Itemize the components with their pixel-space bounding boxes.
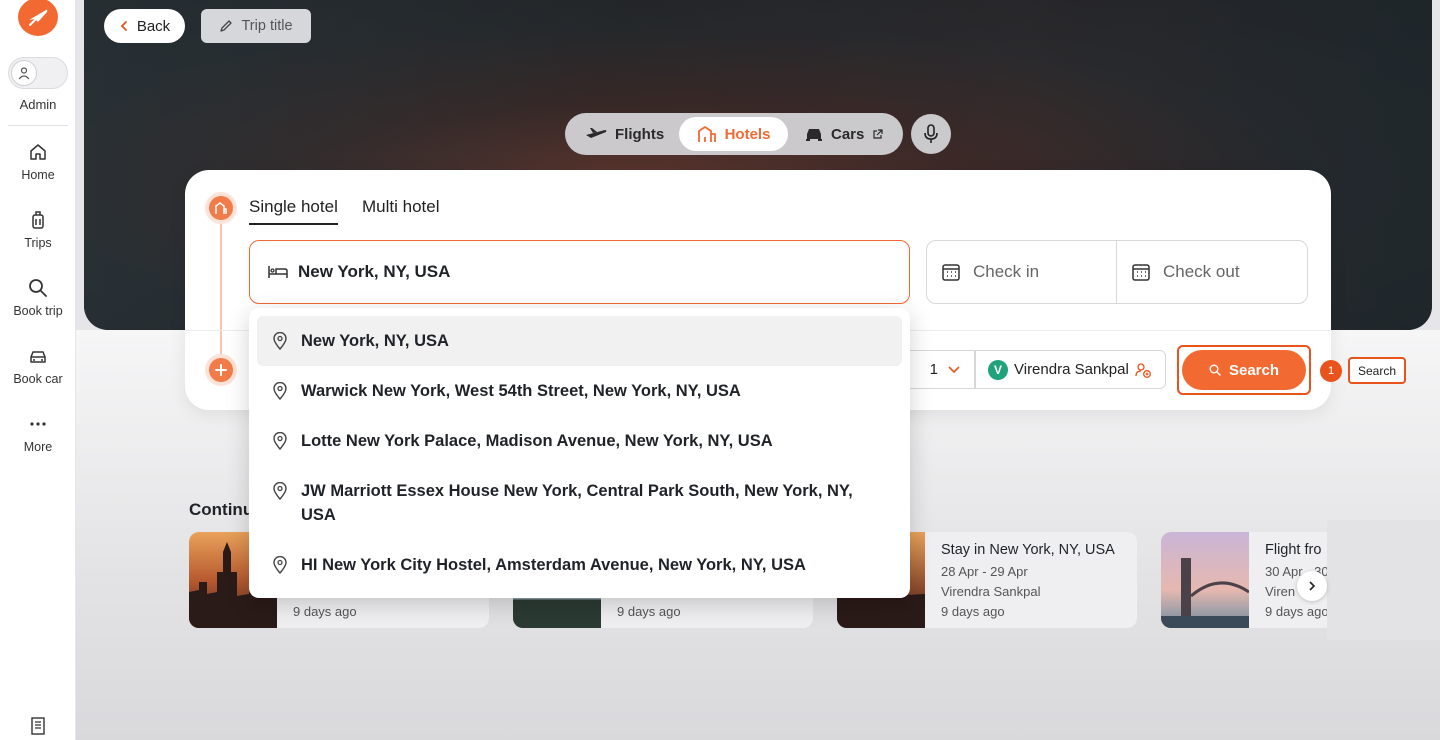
map-pin-icon [273, 482, 287, 500]
sidebar: Admin Home Trips Book trip Book car More [0, 0, 76, 740]
user-icon [11, 60, 37, 86]
destination-input[interactable]: New York, NY, USA [249, 240, 910, 304]
sidebar-item-trips[interactable]: Trips [0, 210, 76, 250]
tab-single-hotel[interactable]: Single hotel [249, 197, 338, 225]
mode-label: Cars [831, 125, 865, 143]
trip-dates: 28 Apr - 29 Apr [941, 564, 1028, 579]
sidebar-item-label: Trips [24, 236, 52, 250]
check-in-placeholder: Check in [973, 262, 1040, 281]
search-icon [29, 279, 47, 297]
suggestion-item[interactable]: JW Marriott Essex House New York, Centra… [257, 466, 902, 540]
voice-search-button[interactable] [911, 114, 951, 154]
chevron-down-icon [948, 365, 960, 373]
car-icon [30, 351, 46, 363]
sidebar-item-home[interactable]: Home [0, 142, 76, 182]
traveler-avatar: V [988, 359, 1008, 380]
chevron-right-icon [1309, 581, 1316, 591]
sidebar-item-label: Book car [13, 372, 63, 386]
suggestion-label: Lotte New York Palace, Madison Avenue, N… [301, 432, 773, 450]
back-label: Back [136, 17, 171, 35]
traveler-name: Virendra Sankpal [1014, 361, 1129, 378]
search-button[interactable]: Search [1182, 350, 1306, 390]
pencil-icon [220, 20, 233, 32]
search-label: Search [1228, 361, 1280, 379]
add-hotel-button[interactable] [209, 358, 233, 382]
mode-label: Hotels [724, 125, 771, 143]
home-icon [30, 144, 46, 160]
bed-icon [268, 266, 288, 278]
traveler-select[interactable]: V Virendra Sankpal [975, 350, 1166, 389]
mode-label: Flights [615, 125, 665, 143]
plane-icon [586, 128, 607, 138]
rooms-value: 1 [929, 361, 938, 378]
trip-ago: 9 days ago [1265, 604, 1327, 619]
calendar-icon [942, 264, 960, 281]
sidebar-item-book-trip[interactable]: Book trip [0, 278, 76, 318]
rooms-select[interactable]: 1 [900, 350, 975, 389]
trip-title-button[interactable]: Trip title [201, 9, 311, 43]
trip-ago: 9 days ago [617, 604, 681, 619]
trip-thumbnail [1161, 532, 1249, 628]
suggestion-item[interactable]: Warwick New York, West 54th Street, New … [257, 366, 902, 416]
suggestion-item[interactable]: HI New York City Hostel, Amsterdam Avenu… [257, 540, 902, 590]
suggestion-label: HI New York City Hostel, Amsterdam Avenu… [301, 556, 806, 574]
trip-title: Stay in New York, NY, USA [941, 542, 1115, 558]
map-pin-icon [273, 382, 287, 400]
calendar-icon [1132, 264, 1150, 281]
check-out-field[interactable]: Check out [1116, 240, 1308, 304]
continue-section-title: Continu [189, 500, 254, 519]
microphone-icon [924, 124, 938, 143]
suggestion-label: Warwick New York, West 54th Street, New … [301, 382, 741, 400]
sidebar-divider [8, 125, 68, 126]
hotel-step-icon [209, 196, 233, 220]
hotel-icon [697, 126, 716, 142]
user-role-label: Admin [19, 97, 57, 112]
app-logo[interactable] [18, 0, 58, 36]
chevron-left-icon [120, 21, 127, 31]
plus-icon [215, 364, 227, 376]
sidebar-item-label: More [23, 440, 53, 454]
sidebar-item-label: Home [21, 168, 55, 182]
carousel-next-button[interactable] [1297, 571, 1327, 601]
step-connector [220, 224, 222, 358]
search-icon [1209, 364, 1221, 376]
annotation-badge: 1 [1320, 360, 1342, 382]
travel-mode-switch: Flights Hotels Cars [565, 113, 903, 155]
suggestion-label: New York, NY, USA [301, 332, 449, 350]
document-icon[interactable] [28, 716, 48, 736]
trip-card-text: Stay in New York, NY, USA 28 Apr - 29 Ap… [941, 542, 1129, 622]
map-pin-icon [273, 332, 287, 350]
suggestion-item[interactable]: New York, NY, USA [257, 316, 902, 366]
check-in-field[interactable]: Check in [926, 240, 1117, 304]
mode-hotels[interactable]: Hotels [679, 117, 788, 151]
trip-ago: 9 days ago [941, 604, 1005, 619]
back-button[interactable]: Back [104, 9, 185, 43]
check-out-placeholder: Check out [1163, 262, 1240, 281]
suggestion-label: JW Marriott Essex House New York, Centra… [301, 482, 853, 524]
destination-suggestions: New York, NY, USA Warwick New York, West… [249, 308, 910, 598]
trip-title-label: Trip title [241, 18, 293, 34]
mode-flights[interactable]: Flights [585, 117, 664, 151]
map-pin-icon [273, 432, 287, 450]
trip-ago: 9 days ago [293, 604, 357, 619]
trip-traveler: Virendra Sankpal [941, 584, 1041, 599]
add-traveler-icon[interactable] [1135, 362, 1151, 378]
sidebar-item-label: Book trip [13, 304, 63, 318]
external-link-icon [873, 128, 883, 139]
map-pin-icon [273, 556, 287, 574]
car-icon [806, 129, 822, 141]
annotation-label: Search [1348, 357, 1406, 384]
tab-multi-hotel[interactable]: Multi hotel [362, 197, 439, 223]
sidebar-item-book-car[interactable]: Book car [0, 346, 76, 386]
plane-logo-icon [29, 9, 48, 26]
profile-toggle[interactable] [8, 57, 68, 89]
sidebar-item-more[interactable]: More [0, 414, 76, 454]
carousel-clip [1327, 520, 1440, 640]
suggestion-item[interactable]: Lotte New York Palace, Madison Avenue, N… [257, 416, 902, 466]
luggage-icon [32, 211, 44, 229]
trip-title: Flight fro [1265, 542, 1322, 558]
mode-cars[interactable]: Cars [805, 117, 883, 151]
destination-value: New York, NY, USA [298, 262, 451, 281]
more-icon [30, 422, 46, 426]
